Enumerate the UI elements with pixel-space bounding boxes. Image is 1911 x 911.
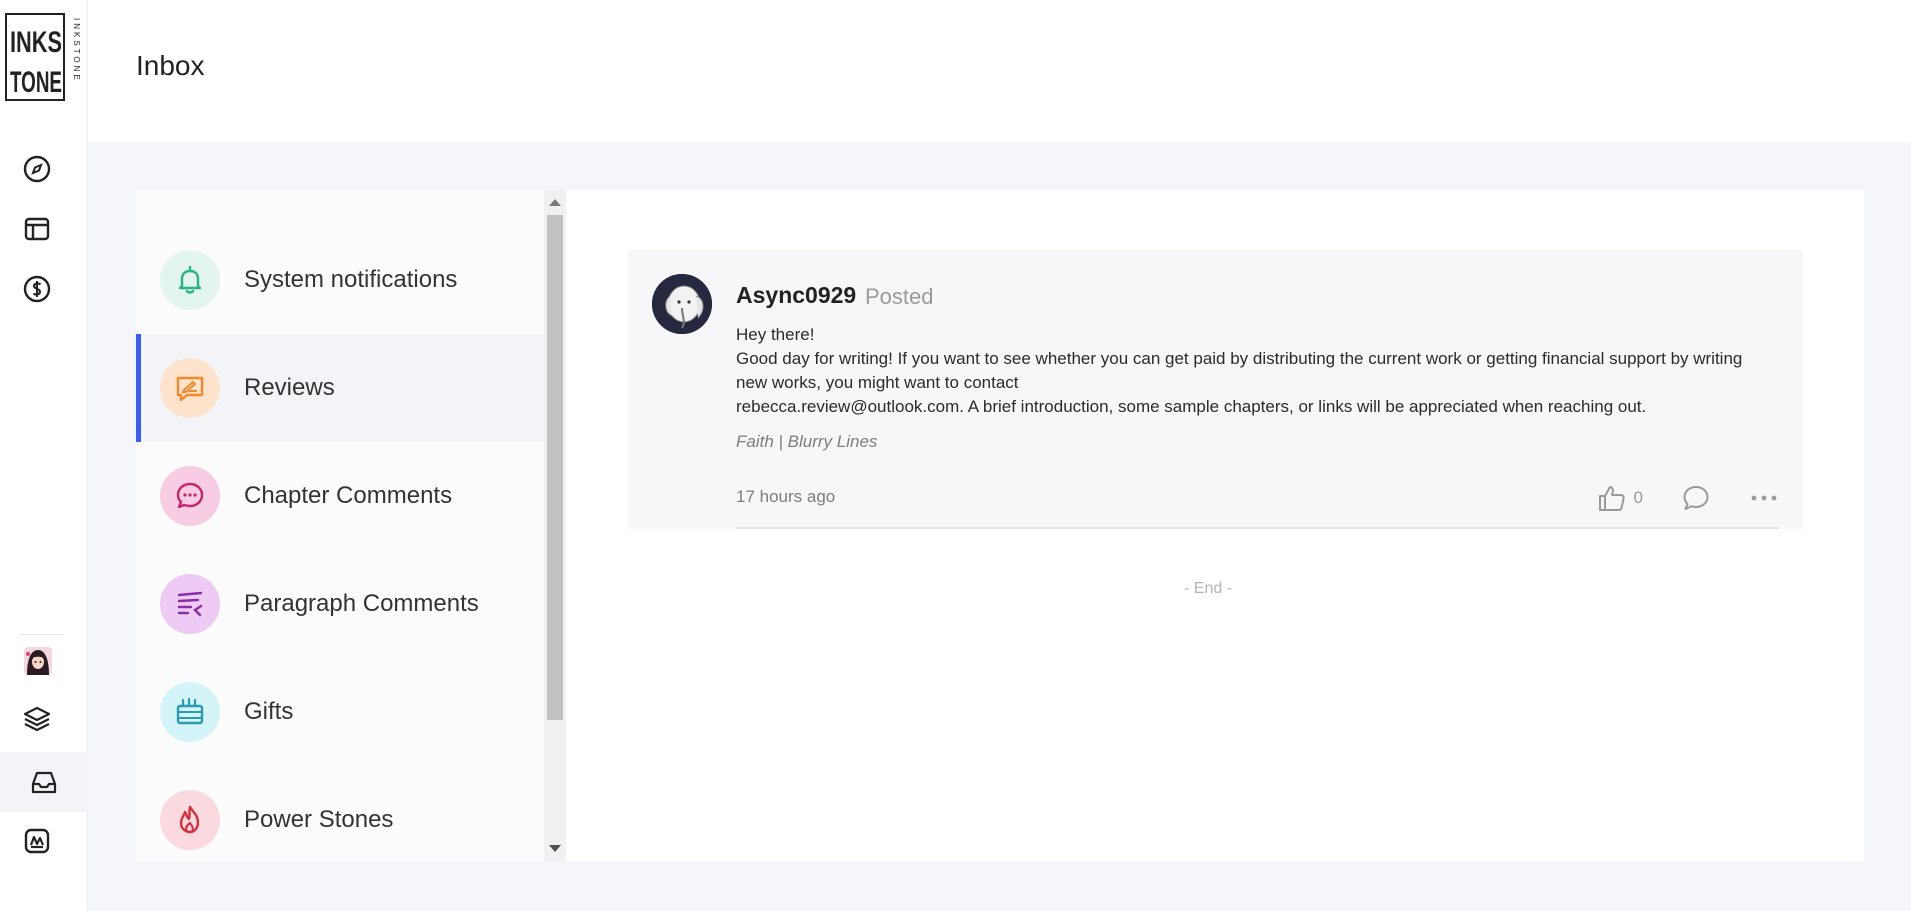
flame-icon — [160, 790, 220, 850]
rail-item-gallery[interactable] — [14, 818, 60, 864]
end-of-list-label: - End - — [1184, 580, 1233, 597]
paragraph-comment-icon — [160, 574, 220, 634]
message-actions: 0 — [1596, 478, 1779, 518]
category-reviews[interactable]: Reviews — [136, 334, 544, 442]
author-name[interactable]: Async0929 — [736, 282, 856, 309]
category-chapter-comments[interactable]: Chapter Comments — [136, 442, 544, 550]
layers-icon — [23, 706, 51, 732]
svg-text:INKSTONE: INKSTONE — [72, 18, 80, 83]
message-divider — [736, 527, 1779, 529]
like-button[interactable]: 0 — [1596, 483, 1643, 513]
rail-item-explore[interactable] — [14, 146, 60, 192]
category-label: Power Stones — [244, 806, 394, 833]
category-label: Paragraph Comments — [244, 590, 479, 617]
scroll-down-icon[interactable] — [549, 845, 561, 852]
more-options-button[interactable] — [1749, 483, 1779, 513]
message-timestamp: 17 hours ago — [736, 487, 836, 506]
message-source[interactable]: Faith | Blurry Lines — [736, 432, 877, 452]
more-dots-icon — [1751, 495, 1777, 501]
scrollbar-thumb[interactable] — [547, 215, 563, 720]
user-avatar[interactable] — [24, 647, 52, 675]
category-label: Reviews — [244, 374, 335, 401]
comment-icon — [1683, 486, 1709, 510]
message-line: rebecca.review@outlook.com. A brief intr… — [736, 397, 1647, 416]
thumbs-up-icon — [1598, 486, 1625, 511]
category-list: System notifications Reviews Chapter Com… — [136, 190, 544, 861]
like-count: 0 — [1633, 488, 1643, 507]
page-header: Inbox — [88, 0, 1911, 142]
message-line: Hey there! — [736, 325, 815, 344]
inbox-panel: System notifications Reviews Chapter Com… — [136, 190, 1864, 861]
category-power-stones[interactable]: Power Stones — [136, 766, 544, 861]
author-avatar[interactable] — [652, 274, 712, 334]
category-system-notifications[interactable]: System notifications — [136, 226, 544, 334]
message-card: Async0929 Posted Hey there! Good day for… — [628, 250, 1803, 529]
dashboard-icon — [24, 217, 50, 241]
category-gifts[interactable]: Gifts — [136, 658, 544, 766]
message-body: Hey there! Good day for writing! If you … — [736, 323, 1776, 419]
chat-bubble-icon — [160, 466, 220, 526]
left-navigation-rail: INKS TONE INKSTONE — [0, 0, 88, 911]
category-scrollbar[interactable] — [544, 190, 566, 861]
gift-icon — [160, 682, 220, 742]
rail-item-library[interactable] — [14, 696, 60, 742]
svg-text:INKS: INKS — [10, 26, 62, 59]
inkstone-logo[interactable]: INKS TONE INKSTONE — [4, 12, 81, 102]
rail-divider — [20, 634, 64, 635]
rail-item-dashboard[interactable] — [14, 206, 60, 252]
inbox-icon — [31, 771, 57, 794]
category-label: System notifications — [244, 266, 458, 293]
image-icon — [24, 828, 50, 854]
message-action: Posted — [865, 284, 934, 309]
page-title: Inbox — [136, 50, 205, 81]
compass-icon — [23, 155, 51, 183]
rail-item-inbox[interactable] — [0, 752, 88, 812]
rail-item-income[interactable] — [14, 266, 60, 312]
category-paragraph-comments[interactable]: Paragraph Comments — [136, 550, 544, 658]
message-line: Good day for writing! If you want to see… — [736, 349, 1743, 392]
scroll-up-icon[interactable] — [549, 199, 561, 206]
review-icon — [160, 358, 220, 418]
category-label: Chapter Comments — [244, 482, 453, 509]
bell-icon — [160, 250, 220, 310]
category-label: Gifts — [244, 698, 294, 725]
reply-button[interactable] — [1681, 483, 1711, 513]
svg-text:TONE: TONE — [10, 66, 62, 99]
dollar-coin-icon — [23, 275, 51, 303]
